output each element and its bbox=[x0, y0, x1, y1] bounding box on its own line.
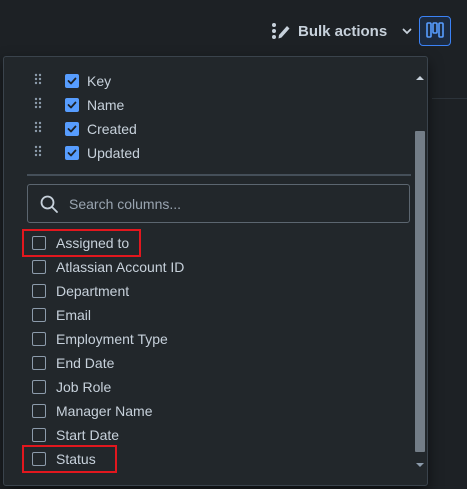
app-root: Bulk actions Key Name Created Updated Se… bbox=[0, 0, 467, 489]
column-option-row[interactable]: Email bbox=[32, 303, 91, 327]
pinned-column-row[interactable]: Name bbox=[4, 93, 124, 117]
scroll-up-arrow-icon[interactable] bbox=[413, 71, 426, 84]
checkbox-unchecked[interactable] bbox=[32, 284, 46, 298]
search-field[interactable] bbox=[27, 184, 410, 223]
bulk-actions-icon bbox=[270, 21, 292, 41]
column-option-label: Start Date bbox=[56, 427, 120, 443]
background-divider bbox=[432, 98, 467, 99]
column-option-row[interactable]: Department bbox=[32, 279, 129, 303]
pinned-column-label: Key bbox=[87, 73, 112, 89]
column-view-icon bbox=[425, 21, 445, 41]
search-input[interactable] bbox=[67, 194, 409, 213]
column-option-row[interactable]: Manager Name bbox=[32, 399, 153, 423]
chevron-down-icon bbox=[401, 25, 413, 37]
checkbox-unchecked[interactable] bbox=[32, 404, 46, 418]
column-option-label: End Date bbox=[56, 355, 115, 371]
column-option-label: Assigned to bbox=[56, 235, 130, 251]
panel-divider bbox=[27, 174, 411, 176]
column-option-label: Atlassian Account ID bbox=[56, 259, 185, 275]
checkbox-unchecked[interactable] bbox=[32, 236, 46, 250]
checkbox-unchecked[interactable] bbox=[32, 428, 46, 442]
column-option-label: Manager Name bbox=[56, 403, 153, 419]
vertical-scrollbar[interactable] bbox=[413, 71, 426, 471]
column-option-row[interactable]: End Date bbox=[32, 351, 114, 375]
bulk-actions-button[interactable]: Bulk actions bbox=[264, 17, 419, 45]
column-option-row[interactable]: Start Date bbox=[32, 423, 119, 447]
drag-handle-icon[interactable] bbox=[34, 72, 44, 90]
pinned-column-row[interactable]: Created bbox=[4, 117, 137, 141]
search-icon bbox=[39, 194, 59, 214]
checkbox-checked[interactable] bbox=[65, 98, 79, 112]
checkbox-unchecked[interactable] bbox=[32, 332, 46, 346]
column-picker-panel: Key Name Created Updated Assigned to Atlassi… bbox=[3, 56, 428, 486]
pinned-column-row[interactable]: Key bbox=[4, 69, 111, 93]
column-option-label: Job Role bbox=[56, 379, 112, 395]
scroll-down-arrow-icon[interactable] bbox=[413, 458, 426, 471]
bulk-actions-label: Bulk actions bbox=[298, 22, 388, 40]
checkbox-checked[interactable] bbox=[65, 146, 79, 160]
drag-handle-icon[interactable] bbox=[34, 144, 44, 162]
column-option-row[interactable]: Assigned to bbox=[32, 231, 129, 255]
scrollbar-thumb[interactable] bbox=[415, 131, 425, 452]
column-option-row[interactable]: Atlassian Account ID bbox=[32, 255, 184, 279]
pinned-column-label: Created bbox=[87, 121, 137, 137]
drag-handle-icon[interactable] bbox=[34, 96, 44, 114]
pinned-column-label: Name bbox=[87, 97, 125, 113]
checkbox-checked[interactable] bbox=[65, 74, 79, 88]
checkbox-unchecked[interactable] bbox=[32, 308, 46, 322]
column-option-label: Email bbox=[56, 307, 92, 323]
column-view-button[interactable] bbox=[419, 16, 451, 46]
checkbox-checked[interactable] bbox=[65, 122, 79, 136]
column-option-label: Status bbox=[56, 451, 96, 467]
pinned-column-label: Updated bbox=[87, 145, 140, 161]
checkbox-unchecked[interactable] bbox=[32, 356, 46, 370]
column-option-label: Department bbox=[56, 283, 130, 299]
drag-handle-icon[interactable] bbox=[34, 120, 44, 138]
column-option-row[interactable]: Employment Type bbox=[32, 327, 168, 351]
column-option-label: Employment Type bbox=[56, 331, 168, 347]
column-option-row[interactable]: Status bbox=[32, 447, 96, 471]
column-option-row[interactable]: Job Role bbox=[32, 375, 111, 399]
top-toolbar: Bulk actions bbox=[0, 0, 467, 99]
pinned-column-row[interactable]: Updated bbox=[4, 141, 140, 165]
checkbox-unchecked[interactable] bbox=[32, 380, 46, 394]
checkbox-unchecked[interactable] bbox=[32, 260, 46, 274]
checkbox-unchecked[interactable] bbox=[32, 452, 46, 466]
